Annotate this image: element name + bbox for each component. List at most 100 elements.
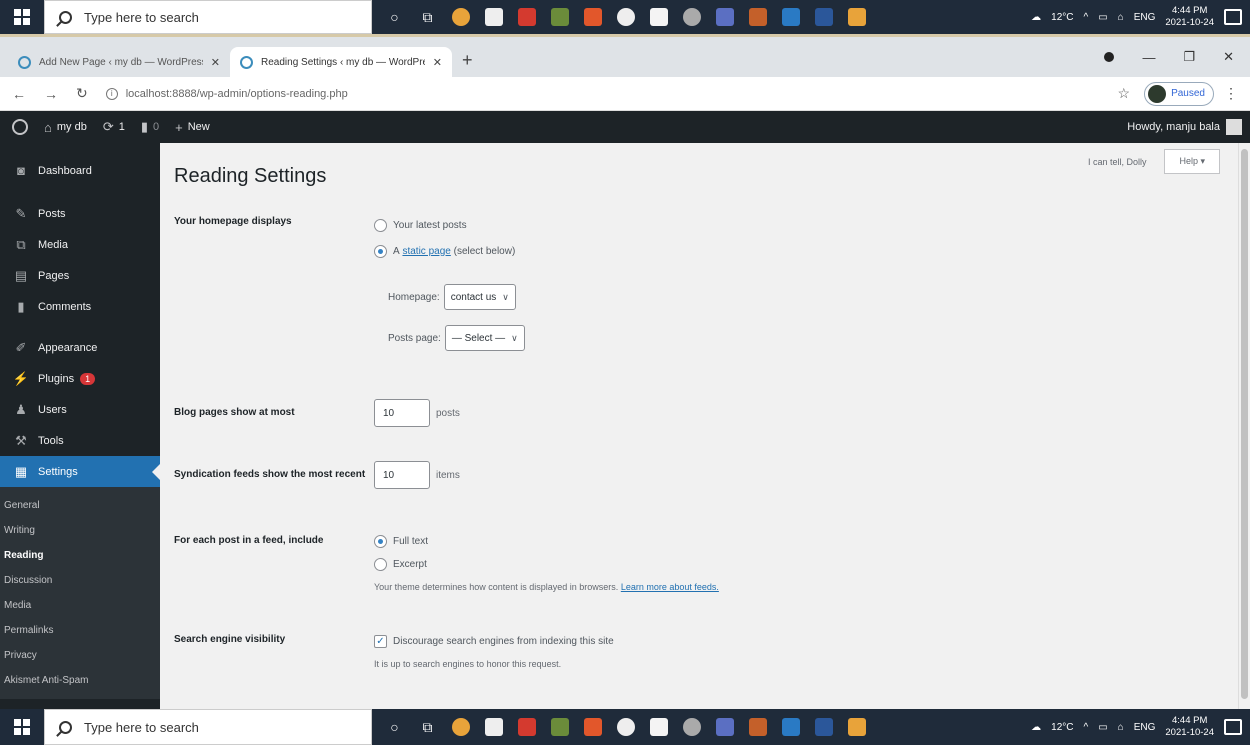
sidebar-item-settings[interactable]: ▦ Settings <box>0 456 160 487</box>
submenu-discussion[interactable]: Discussion <box>0 568 160 593</box>
wp-logo-button[interactable] <box>0 111 36 143</box>
app-circle-icon[interactable] <box>610 714 641 740</box>
notepad-icon[interactable] <box>643 714 674 740</box>
taskbar-search[interactable]: Type here to search <box>44 0 372 34</box>
app-red-icon[interactable] <box>511 4 542 30</box>
submenu-general[interactable]: General <box>0 493 160 518</box>
app-orange-icon[interactable] <box>742 4 773 30</box>
radio-excerpt[interactable] <box>374 557 387 571</box>
cortana-icon[interactable]: ○ <box>379 714 410 740</box>
submenu-reading[interactable]: Reading <box>0 543 160 568</box>
battery-icon[interactable]: ▭ <box>1098 722 1107 733</box>
store-icon[interactable] <box>478 714 509 740</box>
sidebar-item-comments[interactable]: ▮ Comments <box>0 291 160 322</box>
more-menu-icon[interactable]: ⋮ <box>1224 85 1238 102</box>
app-photos-icon[interactable] <box>544 4 575 30</box>
radio-full-text[interactable] <box>374 534 387 548</box>
syndication-input[interactable]: 10 <box>374 461 430 489</box>
tray-chevron-icon[interactable]: ^ <box>1084 12 1089 23</box>
minimize-icon[interactable]: — <box>1142 50 1155 65</box>
weather-icon[interactable]: ☁ <box>1031 722 1041 733</box>
new-content-link[interactable]: + New <box>167 111 218 143</box>
weather-temp[interactable]: 12°C <box>1051 12 1073 23</box>
option-excerpt[interactable]: Excerpt <box>374 554 719 574</box>
battery-icon[interactable]: ▭ <box>1098 12 1107 23</box>
discourage-search-checkbox[interactable]: ✓ <box>374 634 387 648</box>
cortana-icon[interactable]: ○ <box>379 4 410 30</box>
start-button[interactable] <box>0 709 44 745</box>
record-icon[interactable] <box>1104 52 1115 62</box>
close-tab-icon[interactable]: ✕ <box>211 56 220 69</box>
app-red-icon[interactable] <box>511 714 542 740</box>
chrome-icon[interactable] <box>445 4 476 30</box>
radio-latest-posts[interactable] <box>374 218 387 232</box>
radio-static-page[interactable] <box>374 244 387 258</box>
submenu-writing[interactable]: Writing <box>0 518 160 543</box>
weather-icon[interactable]: ☁ <box>1031 12 1041 23</box>
bookmark-star-icon[interactable]: ☆ <box>1118 85 1131 102</box>
office-icon[interactable] <box>577 4 608 30</box>
sidebar-item-appearance[interactable]: ✐ Appearance <box>0 332 160 363</box>
browser-tab-reading-settings[interactable]: Reading Settings ‹ my db — WordPress ✕ <box>230 47 452 77</box>
blog-pages-input[interactable]: 10 <box>374 399 430 427</box>
info-icon[interactable]: i <box>105 87 118 100</box>
network-icon[interactable]: ⌂ <box>1118 12 1124 23</box>
word-icon[interactable] <box>808 4 839 30</box>
clock[interactable]: 4:44 PM 2021-10-24 <box>1165 715 1214 739</box>
sidebar-item-dashboard[interactable]: ◙ Dashboard <box>0 155 160 186</box>
app-circle-icon[interactable] <box>610 4 641 30</box>
chrome-icon[interactable] <box>445 714 476 740</box>
store-icon[interactable] <box>478 4 509 30</box>
sidebar-item-tools[interactable]: ⚒ Tools <box>0 425 160 456</box>
discourage-search-option[interactable]: ✓ Discourage search engines from indexin… <box>374 631 614 651</box>
close-window-icon[interactable]: ✕ <box>1223 49 1234 65</box>
network-icon[interactable]: ⌂ <box>1118 722 1124 733</box>
app-blue-icon[interactable] <box>775 714 806 740</box>
notification-icon[interactable] <box>1224 9 1242 25</box>
notification-icon[interactable] <box>1224 719 1242 735</box>
browser-tab-add-page[interactable]: Add New Page ‹ my db — WordPress ✕ <box>8 47 230 77</box>
app-yellow-icon[interactable] <box>841 714 872 740</box>
url-field[interactable]: i localhost:8888/wp-admin/options-readin… <box>105 87 1118 100</box>
app-gray-icon[interactable] <box>676 714 707 740</box>
posts-page-select[interactable]: — Select — ∨ <box>444 325 525 351</box>
notepad-icon[interactable] <box>643 4 674 30</box>
homepage-select[interactable]: contact us ∨ <box>443 284 516 310</box>
sidebar-item-plugins[interactable]: ⚡ Plugins 1 <box>0 363 160 394</box>
forward-icon[interactable]: → <box>44 86 58 102</box>
teams-icon[interactable] <box>709 4 740 30</box>
app-blue-icon[interactable] <box>775 4 806 30</box>
updates-link[interactable]: ⟳ 1 <box>95 111 133 143</box>
clock[interactable]: 4:44 PM 2021-10-24 <box>1165 5 1214 29</box>
scrollbar[interactable] <box>1238 143 1250 709</box>
close-tab-icon[interactable]: ✕ <box>433 56 442 69</box>
sidebar-item-media[interactable]: ⧉ Media <box>0 229 160 260</box>
option-static-page[interactable]: A static page (select below) <box>374 241 515 261</box>
new-tab-icon[interactable]: + <box>462 50 473 71</box>
reload-icon[interactable]: ↻ <box>76 85 88 102</box>
app-gray-icon[interactable] <box>676 4 707 30</box>
app-orange-icon[interactable] <box>742 714 773 740</box>
language-indicator[interactable]: ENG <box>1134 12 1156 23</box>
sidebar-item-users[interactable]: ♟ Users <box>0 394 160 425</box>
task-view-icon[interactable]: ⧉ <box>412 714 443 740</box>
back-icon[interactable]: ← <box>12 86 26 102</box>
taskbar-search[interactable]: Type here to search <box>44 709 372 745</box>
weather-temp[interactable]: 12°C <box>1051 722 1073 733</box>
static-page-link[interactable]: static page <box>402 246 450 257</box>
option-full-text[interactable]: Full text <box>374 531 719 551</box>
comments-link[interactable]: ▮ 0 <box>133 111 167 143</box>
site-name-link[interactable]: ⌂ my db <box>36 111 95 143</box>
submenu-permalinks[interactable]: Permalinks <box>0 618 160 643</box>
learn-more-feeds-link[interactable]: Learn more about feeds. <box>621 582 719 592</box>
scrollbar-thumb[interactable] <box>1241 149 1248 699</box>
start-button[interactable] <box>0 0 44 34</box>
word-icon[interactable] <box>808 714 839 740</box>
sidebar-item-pages[interactable]: ▤ Pages <box>0 260 160 291</box>
sidebar-item-posts[interactable]: ✎ Posts <box>0 198 160 229</box>
restore-icon[interactable]: ❐ <box>1183 49 1195 65</box>
task-view-icon[interactable]: ⧉ <box>412 4 443 30</box>
account-menu[interactable]: Howdy, manju bala <box>1127 119 1250 135</box>
help-button[interactable]: Help ▾ <box>1164 149 1220 174</box>
app-photos-icon[interactable] <box>544 714 575 740</box>
